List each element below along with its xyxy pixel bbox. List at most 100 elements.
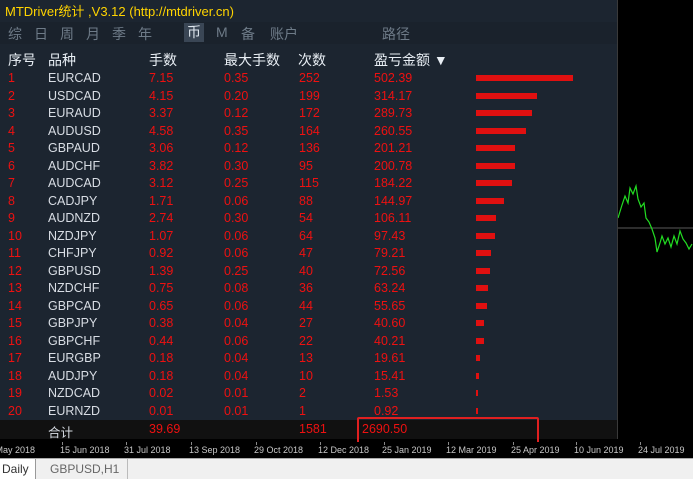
col-count[interactable]: 次数	[298, 50, 326, 70]
row-lots: 4.58	[149, 123, 174, 138]
axis-date-label: 31 Jul 2018	[124, 445, 171, 455]
profit-bar	[476, 127, 527, 134]
row-profit: 144.97	[374, 193, 413, 208]
col-profit[interactable]: 盈亏金额 ▼	[374, 50, 448, 70]
tab-magic[interactable]: M	[216, 24, 228, 40]
table-row[interactable]: 6 AUDCHF 3.82 0.30 95 200.78	[0, 158, 617, 175]
tab-year[interactable]: 年	[138, 24, 152, 44]
row-max-lots: 0.04	[224, 351, 249, 365]
row-index: 15	[8, 316, 22, 330]
statistics-panel: MTDriver统计 ,V3.12 (http://mtdriver.cn) 综…	[0, 0, 617, 440]
row-profit: 19.61	[374, 351, 406, 365]
table-row[interactable]: 19 NZDCAD 0.02 0.01 2 1.53	[0, 385, 617, 402]
row-lots: 0.02	[149, 386, 174, 400]
row-count: 164	[299, 123, 320, 138]
row-lots: 0.18	[149, 368, 174, 383]
table-row[interactable]: 16 GBPCHF 0.44 0.06 22 40.21	[0, 333, 617, 350]
table-row[interactable]: 14 GBPCAD 0.65 0.06 44 55.65	[0, 298, 617, 315]
row-lots: 0.75	[149, 281, 174, 295]
row-lots: 3.37	[149, 106, 174, 120]
row-symbol: GBPUSD	[48, 263, 101, 278]
row-profit: 0.92	[374, 403, 399, 418]
row-symbol: AUDJPY	[48, 368, 98, 383]
table-row[interactable]: 4 AUDUSD 4.58 0.35 164 260.55	[0, 123, 617, 140]
row-index: 7	[8, 176, 15, 190]
table-row[interactable]: 7 AUDCAD 3.12 0.25 115 184.22	[0, 175, 617, 192]
tab-note[interactable]: 备	[241, 24, 255, 44]
row-max-lots: 0.06	[224, 298, 249, 313]
row-count: 10	[299, 368, 313, 383]
table-row[interactable]: 12 GBPUSD 1.39 0.25 40 72.56	[0, 263, 617, 280]
profit-bar	[476, 92, 537, 99]
table-row[interactable]: 9 AUDNZD 2.74 0.30 54 106.11	[0, 210, 617, 227]
row-count: 136	[299, 141, 320, 155]
tab-week[interactable]: 周	[60, 24, 74, 44]
row-index: 20	[8, 403, 22, 418]
chart-tab-daily[interactable]: Daily	[0, 459, 36, 479]
table-row[interactable]: 13 NZDCHF 0.75 0.08 36 63.24	[0, 280, 617, 297]
row-index: 11	[8, 246, 21, 260]
row-count: 13	[299, 351, 313, 365]
row-lots: 3.82	[149, 158, 174, 173]
row-count: 54	[299, 211, 313, 225]
row-lots: 0.92	[149, 246, 174, 260]
table-row[interactable]: 1 EURCAD 7.15 0.35 252 502.39	[0, 70, 617, 87]
profit-bar	[476, 337, 484, 344]
table-row[interactable]: 17 EURGBP 0.18 0.04 13 19.61	[0, 350, 617, 367]
row-count: 1	[299, 403, 306, 418]
row-count: 40	[299, 263, 313, 278]
chart-tab-gbpusd[interactable]: GBPUSD,H1	[42, 459, 129, 479]
row-profit: 72.56	[374, 263, 406, 278]
row-profit: 201.21	[374, 141, 413, 155]
price-chart[interactable]: MTDriver统计 ,V3.12 (http://mtdriver.cn) 综…	[0, 0, 693, 459]
row-max-lots: 0.06	[224, 228, 249, 243]
row-profit: 55.65	[374, 298, 406, 313]
row-index: 3	[8, 106, 15, 120]
row-lots: 0.44	[149, 333, 174, 348]
axis-date-label: 10 Jun 2019	[574, 445, 624, 455]
table-row[interactable]: 11 CHFJPY 0.92 0.06 47 79.21	[0, 245, 617, 262]
tab-symbol[interactable]: 币	[184, 23, 204, 42]
tab-month[interactable]: 月	[86, 24, 100, 44]
row-count: 95	[299, 158, 313, 173]
row-index: 18	[8, 368, 22, 383]
row-count: 88	[299, 193, 313, 208]
table-row[interactable]: 10 NZDJPY 1.07 0.06 64 97.43	[0, 228, 617, 245]
col-index[interactable]: 序号	[8, 50, 36, 70]
row-symbol: EURGBP	[48, 351, 101, 365]
row-index: 10	[8, 228, 22, 243]
profit-bar	[476, 215, 497, 221]
row-symbol: CHFJPY	[48, 246, 97, 260]
row-symbol: GBPCAD	[48, 298, 101, 313]
row-count: 252	[299, 71, 320, 85]
row-index: 1	[8, 71, 15, 85]
axis-date-label: 2 May 2018	[0, 445, 36, 455]
row-max-lots: 0.06	[224, 333, 249, 348]
tab-day[interactable]: 日	[34, 24, 48, 44]
tab-account[interactable]: 账户	[270, 24, 298, 44]
row-max-lots: 0.04	[224, 316, 249, 330]
table-row[interactable]: 2 USDCAD 4.15 0.20 199 314.17	[0, 88, 617, 105]
profit-bar	[476, 110, 532, 116]
row-count: 36	[299, 281, 313, 295]
table-row[interactable]: 18 AUDJPY 0.18 0.04 10 15.41	[0, 368, 617, 385]
table-row[interactable]: 8 CADJPY 1.71 0.06 88 144.97	[0, 193, 617, 210]
row-profit: 15.41	[374, 368, 406, 383]
row-count: 27	[299, 316, 313, 330]
col-symbol[interactable]: 品种	[48, 50, 76, 70]
tab-quarter[interactable]: 季	[112, 24, 126, 44]
row-profit: 260.55	[374, 123, 413, 138]
row-index: 16	[8, 333, 22, 348]
axis-date-label: 12 Mar 2019	[446, 445, 497, 455]
row-profit: 314.17	[374, 88, 413, 103]
table-row[interactable]: 3 EURAUD 3.37 0.12 172 289.73	[0, 105, 617, 122]
row-max-lots: 0.08	[224, 281, 249, 295]
col-lots[interactable]: 手数	[149, 50, 177, 70]
table-row[interactable]: 5 GBPAUD 3.06 0.12 136 201.21	[0, 140, 617, 157]
profit-bar	[476, 390, 478, 396]
row-profit: 289.73	[374, 106, 413, 120]
table-row[interactable]: 15 GBPJPY 0.38 0.04 27 40.60	[0, 315, 617, 332]
tab-summary[interactable]: 综	[8, 24, 22, 44]
col-max-lots[interactable]: 最大手数	[224, 50, 280, 70]
tab-path[interactable]: 路径	[382, 24, 410, 44]
